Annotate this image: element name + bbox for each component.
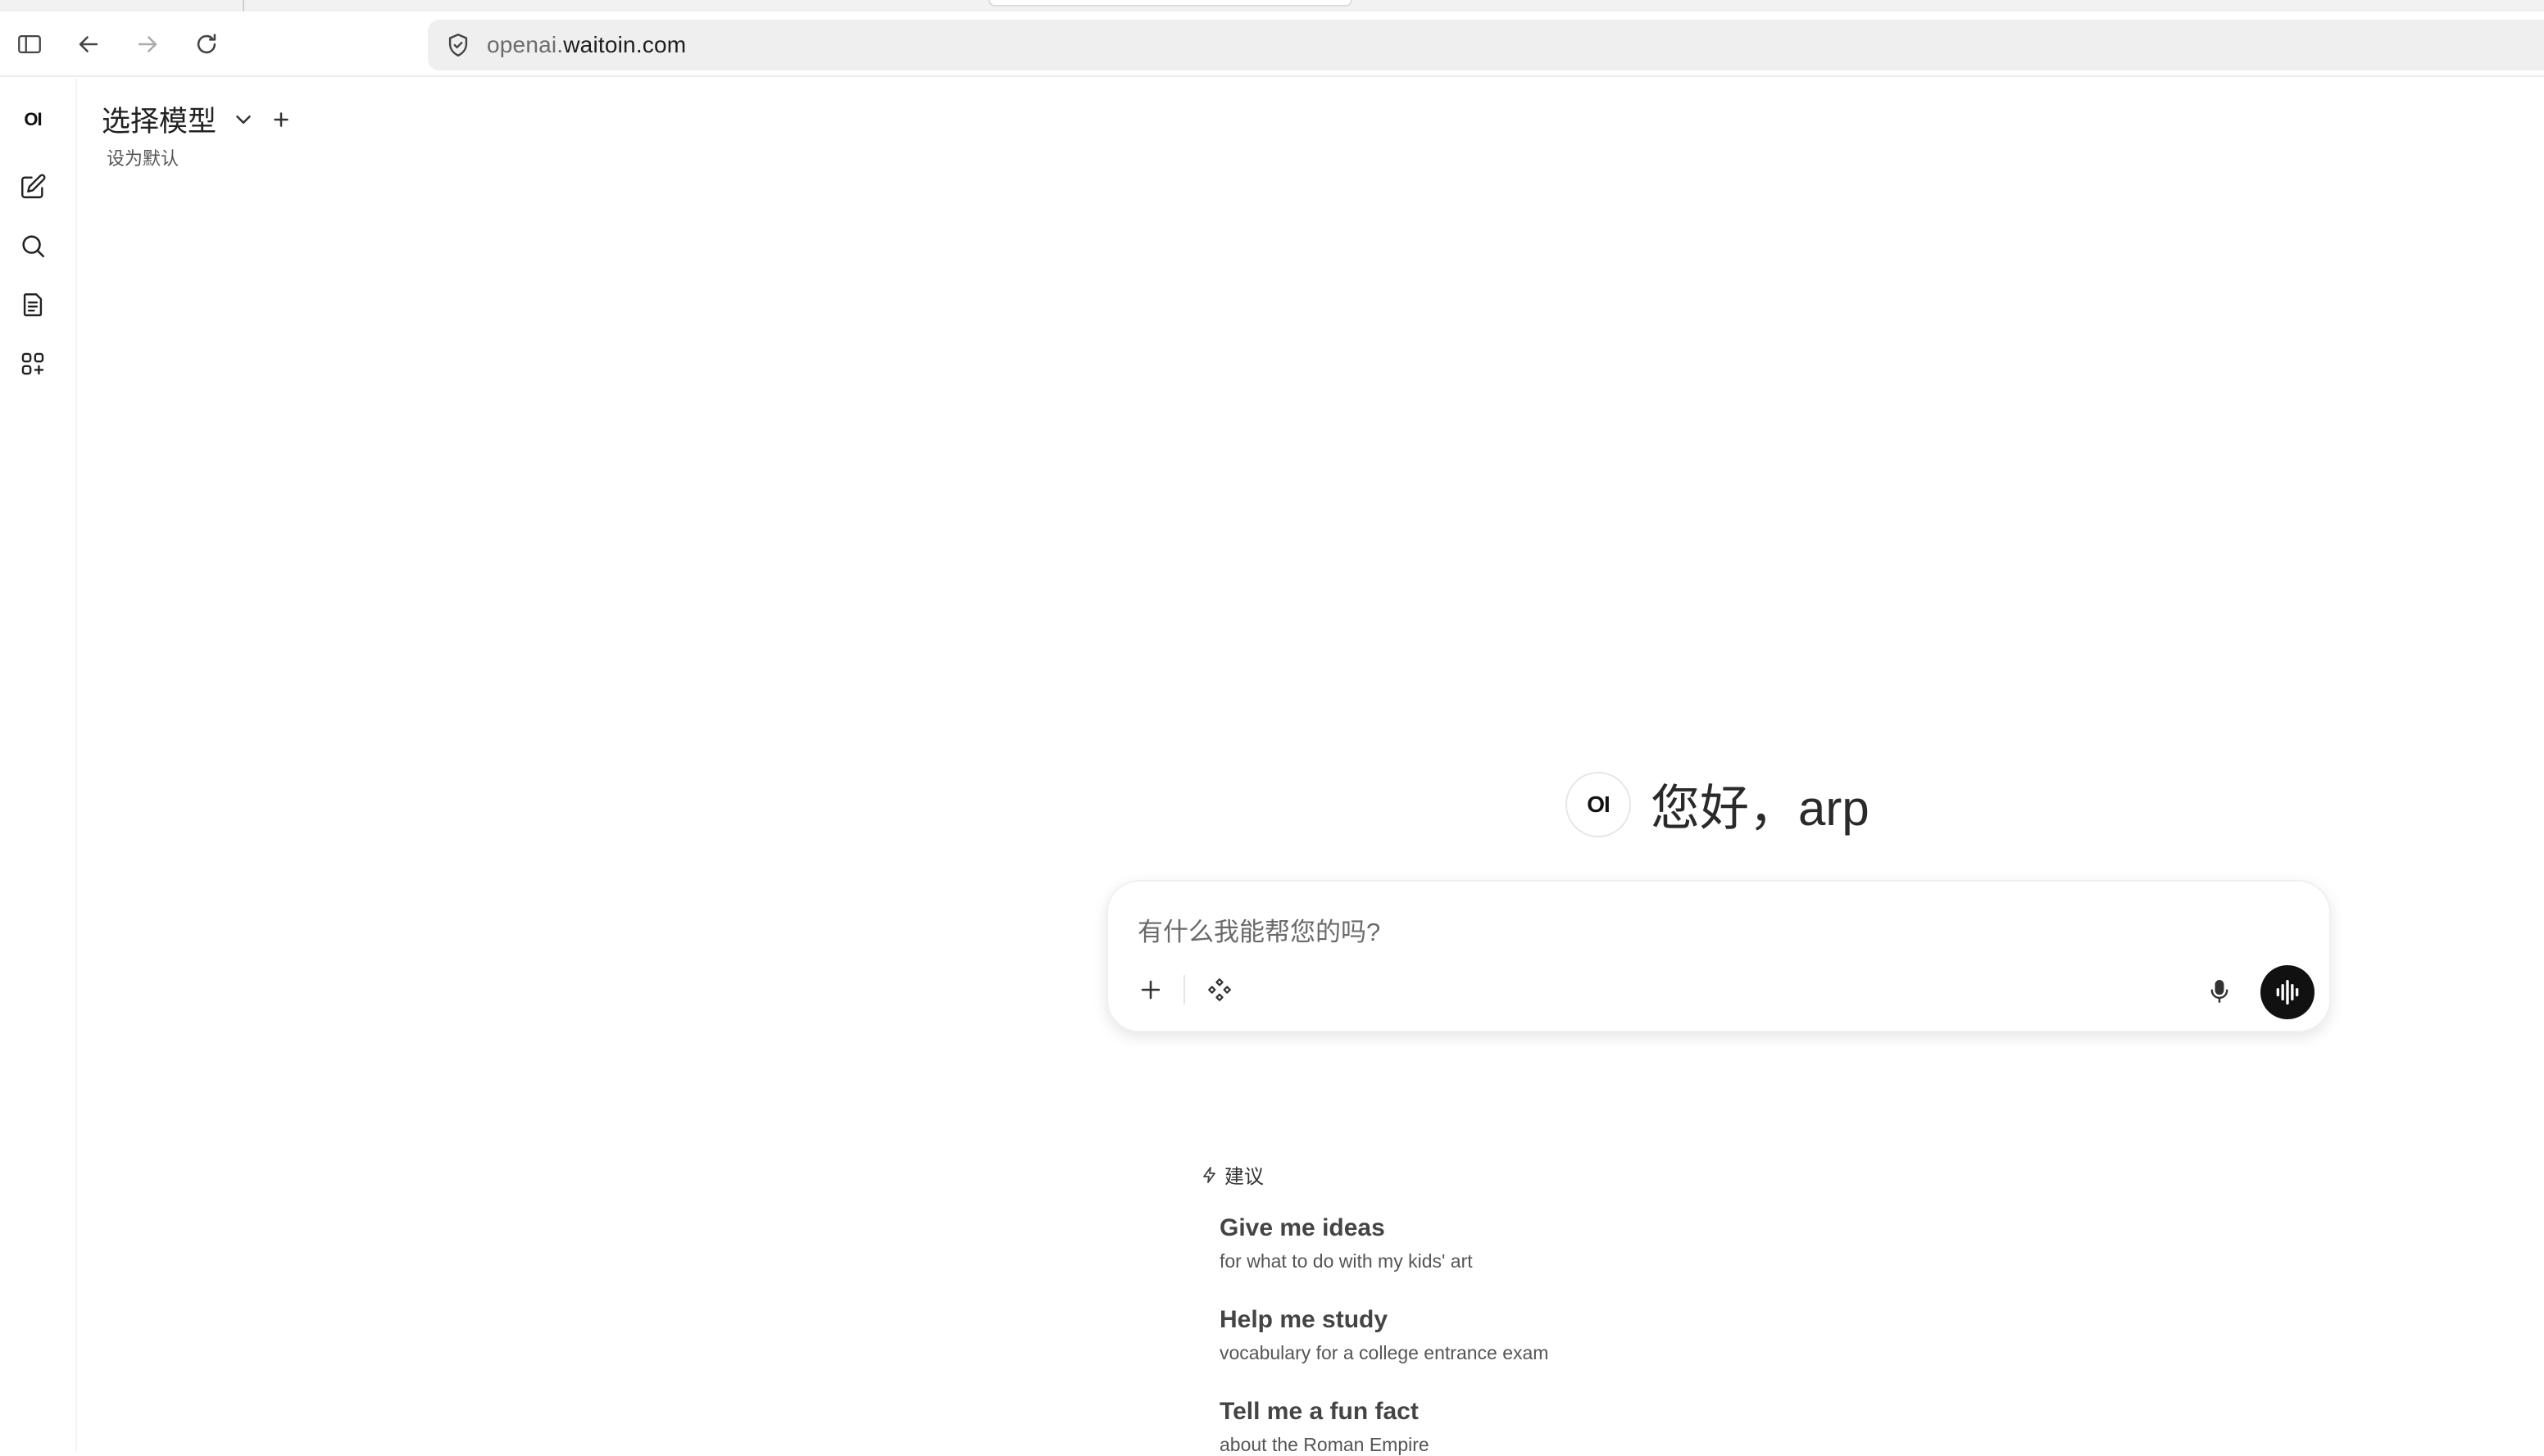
rail-divider xyxy=(75,79,77,1452)
set-default-link[interactable]: 设为默认 xyxy=(107,144,179,170)
new-chat-button[interactable] xyxy=(10,164,56,210)
suggestion-title: Tell me a fun fact xyxy=(1220,1398,1419,1425)
reload-icon xyxy=(197,34,216,54)
tab-separator xyxy=(243,0,244,11)
greeting: OI 您好，arp xyxy=(1565,769,1869,840)
browser-toolbar: openai.waitoin.com xyxy=(0,11,2544,77)
grid-plus-icon xyxy=(21,352,44,375)
suggestion-title: Give me ideas xyxy=(1220,1214,1385,1241)
chat-input-box[interactable]: 有什么我能帮您的吗? xyxy=(1106,880,2331,1032)
app: OI 选择模型 设为默认 OI 您好，arp 有什么我能帮您的吗? 建议 Giv… xyxy=(0,79,2544,1455)
voice-mode-button[interactable] xyxy=(2260,965,2315,1019)
suggestion-subtitle: for what to do with my kids' art xyxy=(1220,1250,1473,1272)
url-subdomain: openai. xyxy=(487,32,564,57)
lightning-icon xyxy=(1203,1166,1215,1183)
suggestion-item[interactable]: Tell me a fun fact about the Roman Empir… xyxy=(1220,1398,1429,1456)
add-model-button[interactable] xyxy=(269,107,293,132)
active-tab[interactable] xyxy=(988,0,1352,7)
suggestions-label: 建议 xyxy=(1224,1166,1264,1188)
arrow-right-icon xyxy=(138,36,157,52)
suggestions: 建议 Give me ideas for what to do with my … xyxy=(1200,1160,1938,1455)
app-logo: OI xyxy=(24,109,42,129)
suggestion-title: Help me study xyxy=(1220,1306,1388,1333)
workspace-button[interactable] xyxy=(10,341,56,387)
notes-icon xyxy=(23,293,43,316)
model-avatar: OI xyxy=(1565,771,1631,837)
toolbar-divider xyxy=(1183,975,1185,1005)
model-selector: 选择模型 xyxy=(102,98,293,140)
sidebar-rail: OI xyxy=(0,79,66,1452)
reload-button[interactable] xyxy=(189,26,225,62)
plus-icon xyxy=(274,111,288,127)
plus-icon xyxy=(1141,980,1161,1000)
integrations-button[interactable] xyxy=(1198,968,1241,1011)
chat-input[interactable]: 有什么我能帮您的吗? xyxy=(1138,911,1380,948)
chevron-down-icon[interactable] xyxy=(231,107,256,132)
back-button[interactable] xyxy=(70,26,107,62)
logo-button[interactable]: OI xyxy=(10,97,56,143)
tab-strip xyxy=(0,0,2544,11)
address-bar[interactable]: openai.waitoin.com xyxy=(428,20,2544,70)
suggestion-item[interactable]: Give me ideas for what to do with my kid… xyxy=(1220,1214,1473,1272)
integrations-icon xyxy=(1208,978,1231,1001)
suggestions-header: 建议 xyxy=(1200,1160,1938,1189)
suggestion-subtitle: about the Roman Empire xyxy=(1220,1434,1429,1455)
sidebar-toggle-icon xyxy=(18,34,41,54)
microphone-icon xyxy=(2210,980,2228,1003)
notes-button[interactable] xyxy=(10,282,56,328)
pencil-square-icon xyxy=(21,174,46,198)
dictate-button[interactable] xyxy=(2198,970,2241,1013)
url-text[interactable]: openai.waitoin.com xyxy=(487,32,686,58)
shield-icon[interactable] xyxy=(444,31,472,59)
suggestion-subtitle: vocabulary for a college entrance exam xyxy=(1220,1342,1549,1363)
model-select-button[interactable]: 选择模型 xyxy=(102,98,216,140)
attach-button[interactable] xyxy=(1129,968,1172,1011)
forward-button[interactable] xyxy=(129,26,166,62)
search-button[interactable] xyxy=(10,223,56,269)
url-domain: waitoin.com xyxy=(563,32,687,57)
greeting-text: 您好，arp xyxy=(1651,781,1869,836)
arrow-left-icon xyxy=(79,36,98,52)
waveform-icon xyxy=(2276,980,2299,1005)
search-icon xyxy=(22,235,45,258)
sidebar-toggle-button[interactable] xyxy=(11,26,48,62)
suggestion-item[interactable]: Help me study vocabulary for a college e… xyxy=(1220,1306,1548,1364)
